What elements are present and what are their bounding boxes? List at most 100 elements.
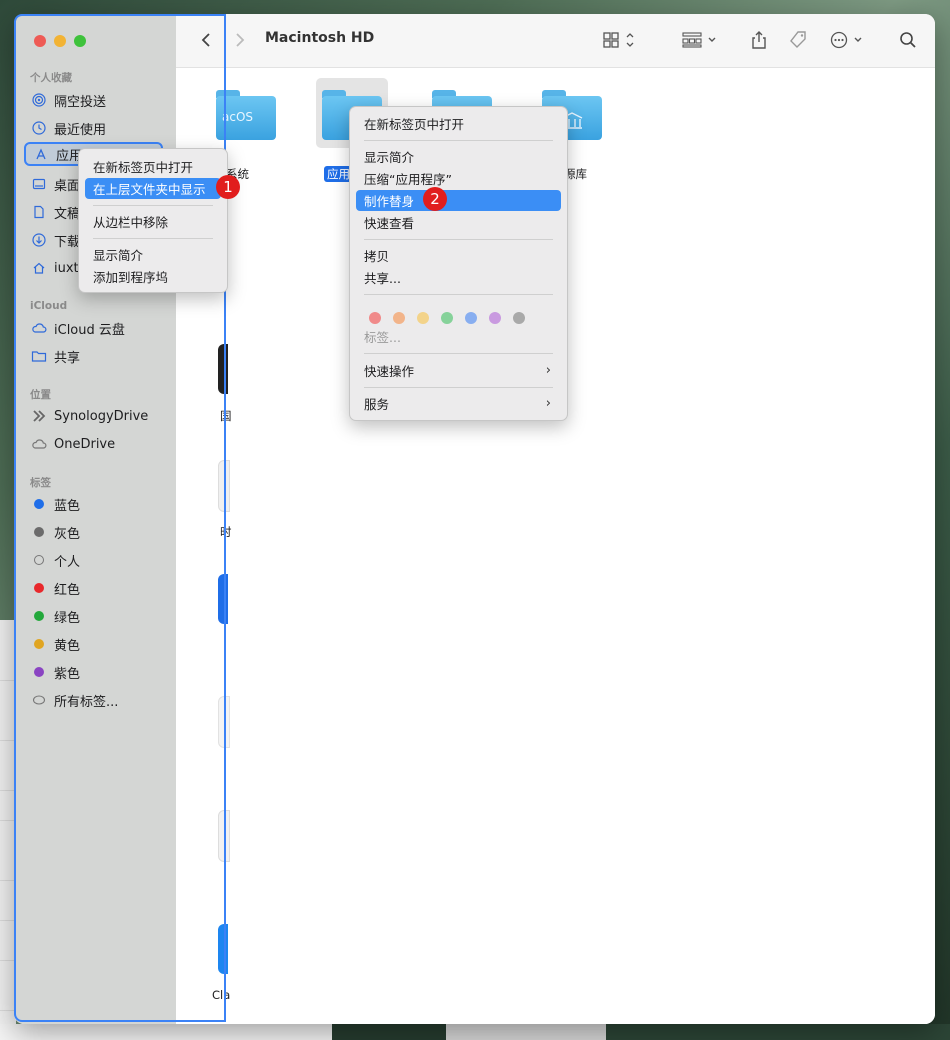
tag-green-option[interactable] [441, 312, 453, 324]
chevron-left-icon [201, 33, 210, 47]
menu-item-copy[interactable]: 拷贝 [356, 245, 561, 266]
tag-dot-icon [34, 639, 44, 649]
folder-icon: acOS [216, 90, 276, 140]
sidebar-item-label: 桌面 [54, 178, 81, 194]
cloud-icon [30, 319, 48, 337]
sidebar-item-label: 所有标签... [54, 694, 119, 710]
sidebar-tag-yellow[interactable]: 黄色 [24, 632, 164, 656]
tag-dot-icon [34, 611, 44, 621]
menu-item-add-to-dock[interactable]: 添加到程序坞 [85, 266, 221, 287]
menu-item-quick-look[interactable]: 快速查看 [356, 212, 561, 233]
sidebar-item-label: iuxt [54, 260, 79, 276]
chevron-right-icon: › [545, 363, 551, 378]
sidebar-item-onedrive[interactable]: OneDrive [24, 432, 164, 456]
cloud-icon [30, 435, 48, 453]
tag-dot-icon [34, 583, 44, 593]
sidebar-item-label: 蓝色 [54, 498, 81, 514]
more-actions-button[interactable] [828, 28, 868, 52]
sidebar-tag-purple[interactable]: 紫色 [24, 660, 164, 684]
window-title: Macintosh HD [265, 30, 375, 46]
sidebar-item-shared[interactable]: 共享 [24, 344, 164, 368]
sidebar-tag-blue[interactable]: 蓝色 [24, 492, 164, 516]
sidebar-item-icloud-drive[interactable]: iCloud 云盘 [24, 316, 164, 340]
ellipsis-circle-icon [830, 31, 862, 49]
tag-red-option[interactable] [369, 312, 381, 324]
sidebar-tag-personal[interactable]: 个人 [24, 548, 164, 572]
sidebar-tag-red[interactable]: 红色 [24, 576, 164, 600]
sidebar-item-label: 红色 [54, 582, 81, 598]
tag-purple-option[interactable] [489, 312, 501, 324]
app-icon-partial[interactable] [218, 810, 230, 862]
folder-overlay-text: acOS [222, 110, 254, 124]
close-button[interactable] [34, 35, 46, 47]
tag-dot-icon [34, 499, 44, 509]
tags-header: 标签 [30, 477, 51, 489]
menu-item-get-info[interactable]: 显示简介 [85, 244, 221, 265]
folder-item-system[interactable]: acOS 系统 [216, 90, 296, 181]
toolbar: Macintosh HD [176, 14, 935, 68]
app-icon-partial[interactable] [218, 924, 228, 974]
menu-item-share[interactable]: 共享... [356, 267, 561, 288]
zoom-button[interactable] [74, 35, 86, 47]
minimize-button[interactable] [54, 35, 66, 47]
sidebar-item-synologydrive[interactable]: SynologyDrive [24, 404, 164, 428]
sidebar-tag-green[interactable]: 绿色 [24, 604, 164, 628]
search-button[interactable] [896, 28, 920, 52]
menu-item-make-alias[interactable]: 制作替身 [356, 190, 561, 211]
menu-item-quick-actions[interactable]: 快速操作 › [356, 360, 561, 381]
menu-item-tags[interactable]: 标签... [356, 326, 561, 347]
tag-dot-icon [34, 667, 44, 677]
menu-item-open-in-new-tab[interactable]: 在新标签页中打开 [356, 113, 561, 134]
tag-gray-option[interactable] [513, 312, 525, 324]
tag-yellow-option[interactable] [417, 312, 429, 324]
tag-button[interactable] [786, 28, 810, 52]
sidebar-tag-gray[interactable]: 灰色 [24, 520, 164, 544]
menu-item-compress[interactable]: 压缩“应用程序” [356, 168, 561, 189]
back-button[interactable] [196, 28, 216, 52]
app-icon-partial[interactable] [218, 460, 230, 512]
menu-item-label: 快速操作 [364, 364, 415, 379]
shared-folder-icon [30, 347, 48, 365]
sidebar-context-menu: 在新标签页中打开 在上层文件夹中显示 从边栏中移除 显示简介 添加到程序坞 [78, 148, 228, 293]
share-icon [752, 31, 766, 49]
sidebar-item-label: 紫色 [54, 666, 81, 682]
group-view-icon [682, 32, 716, 48]
sidebar-item-label: 文稿 [54, 206, 81, 222]
menu-item-services[interactable]: 服务 › [356, 393, 561, 414]
app-icon-partial[interactable] [218, 344, 228, 394]
sidebar-item-label: iCloud 云盘 [54, 322, 125, 338]
group-button[interactable] [681, 28, 721, 52]
sidebar-item-label: SynologyDrive [54, 408, 149, 424]
tag-orange-option[interactable] [393, 312, 405, 324]
sidebar-item-airdrop[interactable]: 隔空投送 [24, 88, 164, 112]
tag-dot-icon [34, 527, 44, 537]
sidebar-item-label: 绿色 [54, 610, 81, 626]
chevron-right-icon [236, 33, 245, 47]
desktop-icon [30, 175, 48, 193]
menu-item-get-info[interactable]: 显示简介 [356, 146, 561, 167]
sidebar-item-label: 隔空投送 [54, 94, 107, 110]
sidebar-item-label: 灰色 [54, 526, 81, 542]
forward-button[interactable] [230, 28, 250, 52]
tag-blue-option[interactable] [465, 312, 477, 324]
app-icon-partial[interactable] [218, 574, 228, 624]
tag-dot-empty-icon [34, 555, 44, 565]
sidebar-item-recents[interactable]: 最近使用 [24, 116, 164, 140]
menu-item-show-in-enclosing-folder[interactable]: 在上层文件夹中显示 [85, 178, 221, 199]
document-icon [30, 203, 48, 221]
applications-icon [32, 145, 50, 163]
view-mode-button[interactable] [600, 28, 640, 52]
step-badge-1: 1 [216, 175, 240, 199]
synology-icon [30, 407, 48, 425]
app-icon-partial[interactable] [218, 696, 230, 748]
sidebar-tag-all[interactable]: 所有标签... [24, 688, 164, 712]
tag-icon [790, 31, 806, 48]
all-tags-icon [30, 691, 48, 709]
sidebar-item-label: 下载 [54, 234, 81, 250]
share-button[interactable] [748, 28, 770, 52]
folder-context-menu: 在新标签页中打开 显示简介 压缩“应用程序” 制作替身 快速查看 拷贝 共享..… [349, 106, 568, 421]
menu-item-remove-from-sidebar[interactable]: 从边栏中移除 [85, 211, 221, 232]
menu-item-open-in-new-tab[interactable]: 在新标签页中打开 [85, 156, 221, 177]
app-label-partial: Cla [212, 988, 231, 1002]
clock-icon [30, 119, 48, 137]
